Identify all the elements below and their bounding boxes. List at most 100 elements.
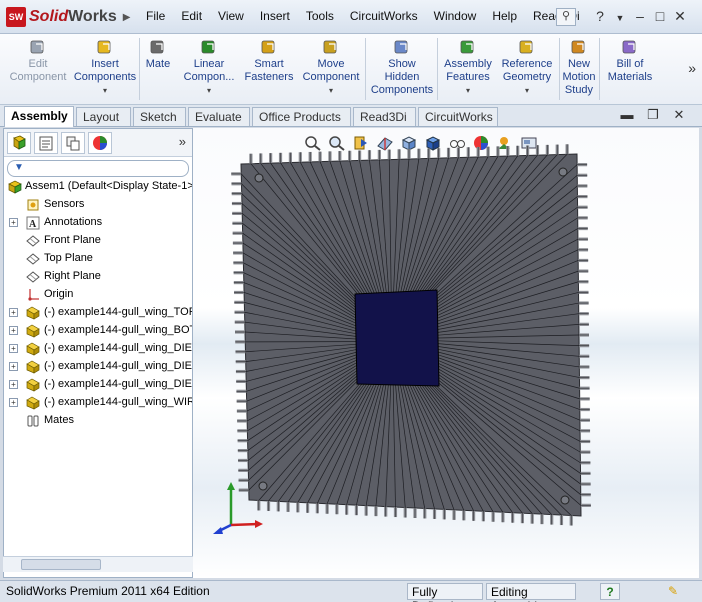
tree-item[interactable]: + (-) example144-gull_wing_BOT	[4, 322, 192, 340]
tree-item[interactable]: Origin	[4, 286, 192, 304]
move-component-button[interactable]: Move Component ▾	[298, 38, 364, 97]
title-bar: SW SolidWorks ▶ File Edit View Insert Tools C…	[0, 0, 702, 34]
corner-mark	[558, 167, 568, 177]
tab-sketch[interactable]: Sketch	[133, 107, 186, 126]
menu-edit[interactable]: Edit	[173, 9, 210, 23]
panel-more-icon[interactable]: »	[179, 134, 186, 149]
panel-horizontal-scrollbar[interactable]	[3, 556, 193, 572]
tree-item[interactable]: + (-) example144-gull_wing_DIEF	[4, 376, 192, 394]
part-icon	[26, 360, 40, 374]
insert-components-button[interactable]: Insert Components ▾	[72, 38, 138, 97]
menu-view[interactable]: View	[210, 9, 252, 23]
expand-icon[interactable]: +	[9, 362, 18, 371]
tab-office-products[interactable]: Office Products	[252, 107, 351, 126]
corner-mark	[254, 173, 264, 183]
menu-tools[interactable]: Tools	[298, 9, 342, 23]
tab-evaluate[interactable]: Evaluate	[188, 107, 250, 126]
command-label: Smart Fasteners	[244, 58, 294, 83]
command-label: Bill of Materials	[607, 58, 653, 83]
tree-item[interactable]: + A Annotations	[4, 214, 192, 232]
command-separator	[437, 38, 438, 100]
menu-insert[interactable]: Insert	[252, 9, 298, 23]
plane-icon	[26, 271, 40, 283]
tree-item[interactable]: + (-) example144-gull_wing_DIEL	[4, 340, 192, 358]
property-manager-tab[interactable]	[34, 132, 58, 154]
mate-button[interactable]: Mate	[140, 38, 176, 71]
document-window-controls: ▬ ❐ ✕	[614, 107, 692, 123]
tree-root[interactable]: Assem1 (Default<Display State-1>	[4, 178, 192, 196]
command-separator	[365, 38, 366, 100]
tree-item[interactable]: + (-) example144-gull_wing_WIR	[4, 394, 192, 412]
edit-component-button[interactable]: Edit Component	[6, 38, 70, 84]
app-logo[interactable]: SW SolidWorks ▶	[6, 7, 130, 27]
expand-icon[interactable]: +	[9, 398, 18, 407]
annotations-icon: A	[26, 216, 40, 230]
dropdown-arrow-icon[interactable]: ▾	[440, 84, 496, 97]
status-tag-icon[interactable]: ✎	[664, 583, 688, 600]
status-help-icon[interactable]: ?	[600, 583, 620, 600]
expand-icon[interactable]: +	[9, 326, 18, 335]
expand-icon[interactable]: +	[9, 380, 18, 389]
smart-fasteners-icon	[261, 40, 275, 54]
doc-close-button[interactable]: ✕	[666, 107, 692, 123]
app-menu-arrow-icon[interactable]: ▶	[123, 12, 131, 23]
tree-item[interactable]: + (-) example144-gull_wing_TOP	[4, 304, 192, 322]
scrollbar-thumb[interactable]	[21, 559, 101, 570]
move-component-icon	[323, 40, 337, 54]
tree-item[interactable]: + (-) example144-gull_wing_DIEE	[4, 358, 192, 376]
configuration-manager-tab[interactable]	[61, 132, 85, 154]
close-button[interactable]: ✕	[670, 8, 690, 28]
menu-file[interactable]: File	[138, 9, 173, 23]
filter-field[interactable]: ▼	[7, 160, 189, 177]
command-label: Linear Compon...	[183, 58, 235, 83]
die	[354, 289, 440, 387]
maximize-button[interactable]: □	[650, 8, 670, 28]
dropdown-arrow-icon[interactable]: ▾	[178, 84, 240, 97]
dropdown-arrow-icon[interactable]: ▾	[496, 84, 558, 97]
tree-item[interactable]: Front Plane	[4, 232, 192, 250]
show-hidden-button[interactable]: Show Hidden Components	[368, 38, 436, 97]
tree-item-label: (-) example144-gull_wing_TOP	[44, 306, 192, 318]
tab-layout[interactable]: Layout	[76, 107, 131, 126]
command-tabs: Assembly Layout Sketch Evaluate Office Produ…	[0, 105, 702, 127]
status-definition-state: Fully Defined	[407, 583, 483, 602]
assembly-features-button[interactable]: Assembly Features ▾	[440, 38, 496, 97]
dropdown-arrow-icon[interactable]: ▾	[72, 84, 138, 97]
tree-item[interactable]: Right Plane	[4, 268, 192, 286]
motion-study-button[interactable]: New Motion Study	[560, 38, 598, 97]
display-manager-tab[interactable]	[88, 132, 112, 154]
help-button[interactable]: ?	[590, 8, 610, 28]
tab-circuitworks[interactable]: CircuitWorks	[418, 107, 498, 126]
minimize-button[interactable]: –	[630, 8, 650, 28]
tree-item[interactable]: Top Plane	[4, 250, 192, 268]
tree-item-label: (-) example144-gull_wing_BOT	[44, 324, 192, 336]
tree-item[interactable]: Sensors	[4, 196, 192, 214]
reference-geometry-button[interactable]: Reference Geometry ▾	[496, 38, 558, 97]
doc-minimize-button[interactable]: ▬	[614, 107, 640, 123]
tree-item-label: Top Plane	[44, 252, 93, 264]
more-commands-icon[interactable]: »	[688, 60, 696, 76]
doc-restore-button[interactable]: ❐	[640, 107, 666, 123]
feature-manager-tab[interactable]	[7, 132, 31, 154]
dropdown-arrow-icon[interactable]: ▾	[298, 84, 364, 97]
graphics-viewport[interactable]	[193, 128, 699, 578]
tree-item[interactable]: Mates	[4, 412, 192, 430]
tab-read3di[interactable]: Read3Di	[353, 107, 416, 126]
part-icon	[26, 306, 40, 320]
linear-pattern-button[interactable]: Linear Compon... ▾	[178, 38, 240, 97]
tab-assembly[interactable]: Assembly	[4, 106, 74, 127]
command-label: New Motion Study	[562, 58, 596, 96]
menu-help[interactable]: Help	[484, 9, 525, 23]
expand-icon[interactable]: +	[9, 308, 18, 317]
menu-window[interactable]: Window	[426, 9, 485, 23]
sensors-icon	[27, 199, 39, 211]
bom-button[interactable]: Bill of Materials	[604, 38, 656, 84]
pin-menu-icon[interactable]: ⚲	[556, 8, 576, 26]
menu-circuitworks[interactable]: CircuitWorks	[342, 9, 426, 23]
smart-fasteners-button[interactable]: Smart Fasteners	[244, 38, 294, 84]
expand-icon[interactable]: +	[9, 344, 18, 353]
command-label: Mate	[145, 58, 171, 70]
expand-icon[interactable]: +	[9, 218, 18, 227]
mates-icon	[27, 415, 39, 427]
help-dropdown-icon[interactable]: ▼	[610, 8, 630, 28]
